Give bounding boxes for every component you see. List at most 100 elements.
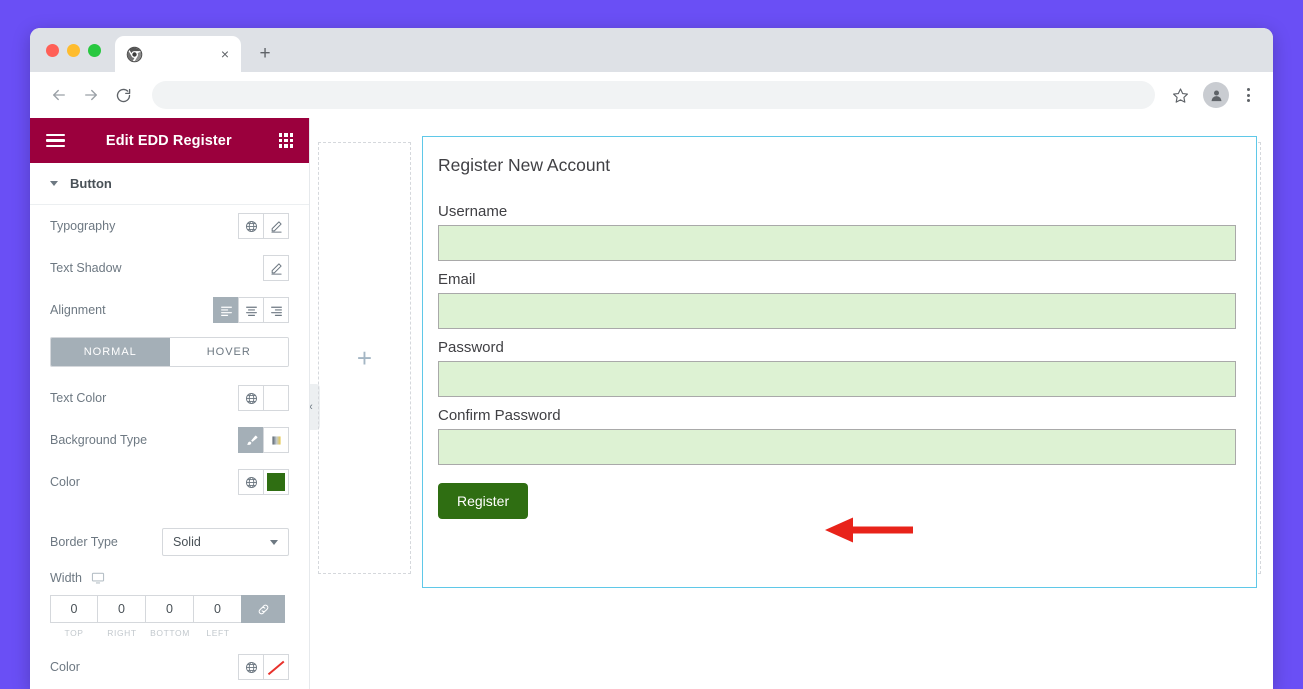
control-width-label: Width [50,571,82,585]
close-tab-icon[interactable]: × [217,46,233,62]
field-confirm-password-input[interactable] [438,429,1236,465]
width-right-cell: 0 RIGHT [98,595,146,638]
width-right-input[interactable]: 0 [97,595,146,623]
apps-grid-icon[interactable] [279,133,293,147]
control-typography-label: Typography [50,219,115,233]
background-color-swatch[interactable] [263,469,289,495]
section-header-button[interactable]: Button [30,163,309,205]
background-type-buttons [238,427,289,453]
pencil-icon[interactable] [263,255,289,281]
browser-tab-active[interactable]: × [115,36,241,72]
typography-buttons [238,213,289,239]
control-border-type-label: Border Type [50,535,118,549]
page-viewport: Edit EDD Register Button Typography [30,118,1273,689]
background-color-fill [267,473,285,491]
field-password-label: Password [438,339,1236,356]
add-column-placeholder[interactable]: + [318,142,411,574]
field-email: Email [438,271,1236,329]
browser-window: × + [30,28,1273,689]
control-border-color: Color [50,646,289,688]
register-button[interactable]: Register [438,483,528,519]
window-traffic-lights [42,28,115,72]
chrome-favicon [126,46,143,63]
align-right-icon[interactable] [263,297,289,323]
border-color-swatch[interactable] [263,654,289,680]
control-alignment: Alignment [50,289,289,331]
control-text-shadow-label: Text Shadow [50,261,122,275]
width-left-cell: 0 LEFT [194,595,242,638]
paintbrush-icon[interactable] [238,427,264,453]
page-title: Edit EDD Register [59,133,279,149]
width-left-sublabel: LEFT [194,628,242,638]
width-right-sublabel: RIGHT [98,628,146,638]
color-buttons [238,469,289,495]
field-email-label: Email [438,271,1236,288]
control-width-label-group: Width [50,571,105,585]
width-top-input[interactable]: 0 [50,595,98,623]
link-icon[interactable] [241,595,285,623]
width-bottom-cell: 0 BOTTOM [146,595,194,638]
add-column-plus-icon[interactable]: + [357,345,372,371]
tab-hover[interactable]: HOVER [170,338,289,366]
text-shadow-buttons [263,255,289,281]
border-color-buttons [238,654,289,680]
globe-icon[interactable] [238,469,264,495]
edd-register-widget[interactable]: Register New Account Username Email Pass… [422,136,1257,588]
align-center-icon[interactable] [238,297,264,323]
editor-canvas: ‹ + Register New Account Username Email … [310,118,1273,689]
tab-normal[interactable]: NORMAL [51,338,170,366]
width-top-sublabel: TOP [50,628,98,638]
reload-icon[interactable] [108,80,138,110]
field-email-input[interactable] [438,293,1236,329]
width-bottom-input[interactable]: 0 [145,595,194,623]
width-bottom-sublabel: BOTTOM [146,628,194,638]
close-window-button[interactable] [46,44,59,57]
state-tabs: NORMAL HOVER [50,337,289,367]
control-background-type-label: Background Type [50,433,147,447]
control-text-shadow: Text Shadow [50,247,289,289]
browser-menu-icon[interactable] [1235,80,1261,110]
field-username: Username [438,203,1236,261]
elementor-editor-panel: Edit EDD Register Button Typography [30,118,310,689]
gradient-icon[interactable] [263,427,289,453]
text-color-swatch[interactable] [263,385,289,411]
width-input-group: 0 TOP 0 RIGHT 0 BOTTOM 0 LEFT [50,595,289,638]
panel-header: Edit EDD Register [30,118,309,163]
browser-tab-strip: × + [30,28,1273,72]
field-password: Password [438,339,1236,397]
back-icon[interactable] [44,80,74,110]
profile-avatar[interactable] [1203,82,1229,108]
browser-toolbar [30,72,1273,118]
minimize-window-button[interactable] [67,44,80,57]
field-password-input[interactable] [438,361,1236,397]
pencil-icon[interactable] [263,213,289,239]
desktop-icon[interactable] [91,571,105,585]
globe-icon[interactable] [238,213,264,239]
globe-icon[interactable] [238,654,264,680]
field-confirm-password-label: Confirm Password [438,407,1236,424]
control-text-color-label: Text Color [50,391,106,405]
field-username-label: Username [438,203,1236,220]
control-color-label: Color [50,475,80,489]
field-confirm-password: Confirm Password [438,407,1236,465]
chevron-down-icon [50,181,58,186]
control-text-color: Text Color [50,377,289,419]
globe-icon[interactable] [238,385,264,411]
control-border-color-label: Color [50,660,80,674]
widget-heading: Register New Account [438,155,1236,176]
field-username-input[interactable] [438,225,1236,261]
text-color-buttons [238,385,289,411]
forward-icon[interactable] [76,80,106,110]
border-type-select[interactable]: Solid [162,528,289,556]
width-left-input[interactable]: 0 [193,595,242,623]
control-background-type: Background Type [50,419,289,461]
new-tab-button[interactable]: + [251,40,279,68]
border-type-value: Solid [173,535,270,549]
maximize-window-button[interactable] [88,44,101,57]
control-color: Color [50,461,289,503]
control-typography: Typography [50,205,289,247]
address-bar[interactable] [152,81,1155,109]
align-left-icon[interactable] [213,297,239,323]
panel-controls: Typography [30,205,309,688]
bookmark-star-icon[interactable] [1165,80,1195,110]
